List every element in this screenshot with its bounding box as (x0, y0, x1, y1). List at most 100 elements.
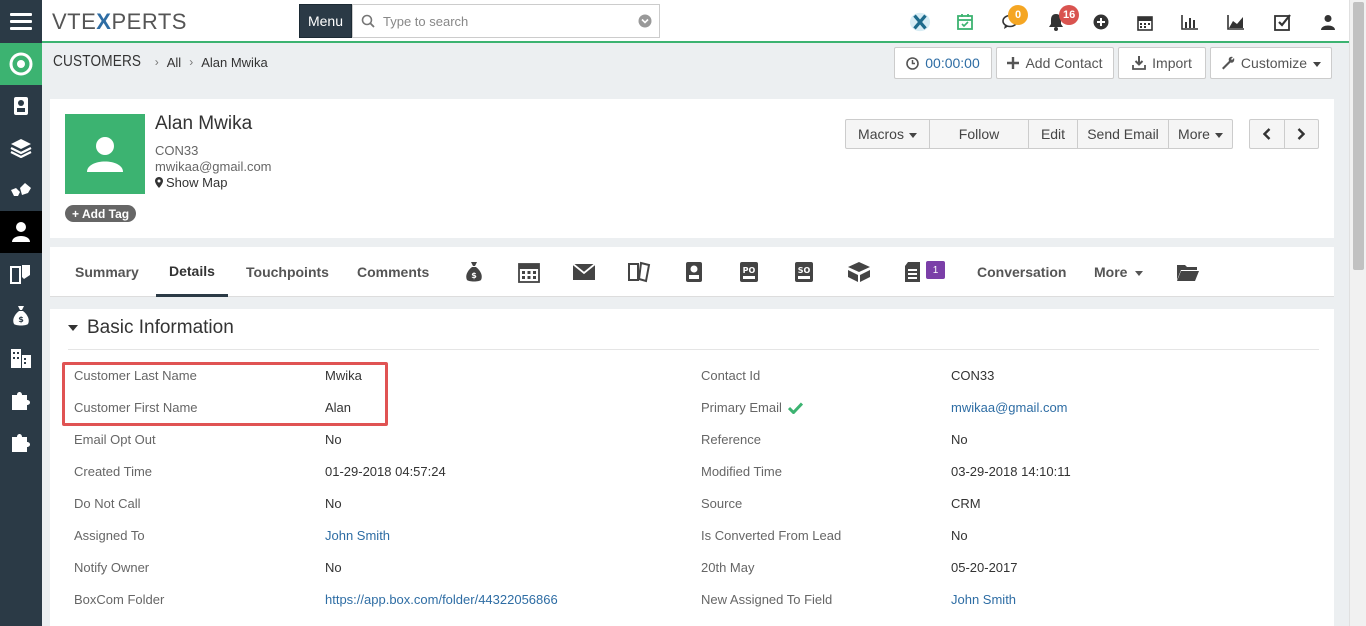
calendar-icon[interactable] (516, 259, 542, 285)
edit-button[interactable]: Edit (1029, 120, 1078, 148)
field-value[interactable]: No (951, 432, 968, 447)
folder-icon[interactable] (1175, 259, 1201, 285)
field-value[interactable]: CRM (951, 496, 981, 511)
breadcrumb-record: Alan Mwika (201, 54, 268, 70)
tab-summary[interactable]: Summary (75, 247, 139, 297)
primary-email-link[interactable]: mwikaa@gmail.com (951, 400, 1068, 415)
dashboard-icon[interactable] (0, 43, 42, 85)
previous-record-button[interactable] (1250, 120, 1285, 148)
svg-text:$: $ (471, 271, 477, 280)
field-label: Do Not Call (74, 496, 141, 511)
edit-label: Edit (1040, 126, 1066, 142)
record-email[interactable]: mwikaa@gmail.com (155, 159, 272, 174)
email-icon[interactable] (571, 259, 597, 285)
vtexperts-x-icon[interactable] (909, 11, 931, 33)
field-value[interactable]: No (325, 496, 342, 511)
field-label: Notify Owner (74, 560, 150, 575)
wrench-icon (1221, 56, 1235, 70)
field-label: Modified Time (701, 464, 782, 479)
sales-order-icon[interactable]: SO (791, 259, 817, 285)
section-title: Basic Information (87, 317, 234, 338)
bar-chart-icon[interactable] (1179, 11, 1201, 33)
more-actions-button[interactable]: More (1169, 120, 1232, 148)
tab-more[interactable]: More (1094, 247, 1144, 297)
field-label: Contact Id (701, 368, 761, 383)
field-value: 01-29-2018 04:57:24 (325, 464, 446, 479)
macros-button[interactable]: Macros (846, 120, 930, 148)
tab-comments[interactable]: Comments (357, 247, 429, 297)
show-map-link[interactable]: Show Map (155, 175, 227, 190)
layers-icon[interactable] (0, 127, 42, 169)
add-tag-button[interactable]: + Add Tag (65, 205, 137, 222)
area-chart-icon[interactable] (1225, 11, 1247, 33)
contacts-book-icon[interactable] (681, 259, 707, 285)
user-profile-icon[interactable] (1317, 11, 1339, 33)
search-icon (353, 14, 383, 28)
field-value[interactable]: No (325, 560, 342, 575)
import-button[interactable]: Import (1118, 47, 1206, 79)
svg-text:$: $ (18, 315, 24, 324)
breadcrumb-module[interactable]: Customers (53, 53, 141, 71)
timer-button[interactable]: 00:00:00 (894, 47, 992, 79)
field-value[interactable]: No (325, 432, 342, 447)
download-icon (1132, 56, 1147, 70)
field-label: New Assigned To Field (701, 592, 833, 607)
assigned-to-link[interactable]: John Smith (325, 528, 390, 543)
boxcom-folder-link[interactable]: https://app.box.com/folder/44322056866 (325, 592, 558, 607)
field-label: Primary Email (701, 400, 803, 415)
tag-icon[interactable] (0, 253, 42, 295)
products-icon[interactable] (846, 259, 872, 285)
app-logo[interactable]: VTEXPERTS (52, 9, 187, 35)
add-contact-button[interactable]: Add Contact (996, 47, 1114, 79)
add-contact-label: Add Contact (1025, 55, 1103, 71)
handshake-icon[interactable] (0, 169, 42, 211)
tab-comments-label: Comments (357, 264, 430, 280)
building-icon[interactable] (0, 337, 42, 379)
tab-details[interactable]: Details (156, 247, 228, 297)
user-icon[interactable] (0, 211, 42, 253)
calendar-check-icon[interactable] (954, 11, 976, 33)
notification-badge: 16 (1059, 5, 1080, 25)
money-bag-icon[interactable]: $ (461, 259, 487, 285)
follow-button[interactable]: Follow (930, 120, 1029, 148)
field-value[interactable]: 05-20-2017 (951, 560, 1018, 575)
puzzle-icon[interactable] (0, 421, 42, 463)
show-map-label: Show Map (166, 175, 228, 190)
chat-icon[interactable]: 0 (1000, 5, 1028, 33)
scrollbar-thumb[interactable] (1353, 2, 1364, 270)
money-bag-icon[interactable]: $ (0, 295, 42, 337)
tickets-icon[interactable] (626, 259, 652, 285)
task-check-icon[interactable] (1272, 11, 1294, 33)
menu-button[interactable]: Menu (299, 4, 352, 38)
svg-text:PO: PO (743, 266, 756, 275)
record-header-card: Alan Mwika CON33 mwikaa@gmail.com Show M… (50, 99, 1334, 238)
notification-bell-icon[interactable]: 16 (1045, 5, 1080, 33)
tab-touchpoints-label: Touchpoints (246, 264, 329, 280)
documents-icon[interactable] (901, 259, 927, 285)
search-input[interactable] (383, 13, 631, 29)
field-label: Email Opt Out (74, 432, 156, 447)
calendar-icon[interactable] (1134, 11, 1156, 33)
hamburger-menu-icon[interactable] (0, 0, 42, 43)
add-circle-icon[interactable] (1090, 11, 1112, 33)
next-record-button[interactable] (1285, 120, 1319, 148)
global-search[interactable] (352, 4, 660, 38)
tab-conversation[interactable]: Conversation (977, 247, 1066, 297)
send-email-button[interactable]: Send Email (1078, 120, 1169, 148)
tab-touchpoints[interactable]: Touchpoints (246, 247, 329, 297)
search-dropdown-icon[interactable] (631, 14, 659, 28)
field-value[interactable]: No (951, 528, 968, 543)
page-scrollbar[interactable] (1349, 0, 1366, 626)
contacts-book-icon[interactable] (0, 85, 42, 127)
chevron-right-icon (1297, 128, 1306, 140)
chevron-down-icon (908, 132, 917, 138)
purchase-order-icon[interactable]: PO (736, 259, 762, 285)
customize-button[interactable]: Customize (1210, 47, 1332, 79)
breadcrumb-filter[interactable]: All (167, 55, 181, 70)
details-panel: Basic Information (50, 309, 1334, 626)
puzzle-icon[interactable] (0, 379, 42, 421)
follow-label: Follow (958, 126, 1000, 142)
new-assigned-to-link[interactable]: John Smith (951, 592, 1016, 607)
basic-information-header[interactable]: Basic Information (68, 317, 234, 339)
macros-label: Macros (858, 126, 904, 142)
